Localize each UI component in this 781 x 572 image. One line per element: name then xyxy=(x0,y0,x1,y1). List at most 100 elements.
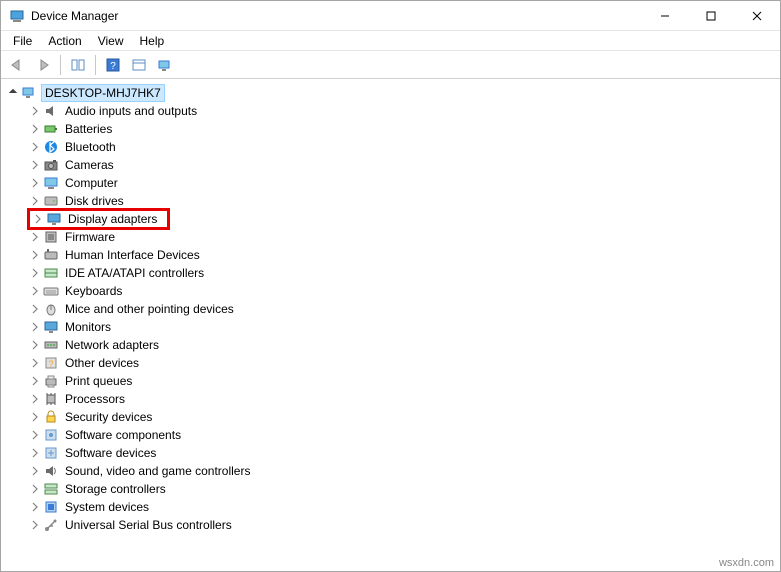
swdev-icon xyxy=(43,445,59,461)
expand-arrow-icon[interactable] xyxy=(29,321,41,333)
expand-arrow-icon[interactable] xyxy=(29,465,41,477)
menu-action[interactable]: Action xyxy=(40,33,89,49)
expand-arrow-icon[interactable] xyxy=(29,429,41,441)
bluetooth-icon xyxy=(43,139,59,155)
tree-item-system[interactable]: System devices xyxy=(5,498,778,516)
help-button[interactable]: ? xyxy=(101,54,125,76)
tree-item-camera[interactable]: Cameras xyxy=(5,156,778,174)
tree-item-usb[interactable]: Universal Serial Bus controllers xyxy=(5,516,778,534)
display-icon xyxy=(46,211,62,227)
expand-arrow-icon[interactable] xyxy=(29,339,41,351)
mouse-icon xyxy=(43,301,59,317)
menu-view[interactable]: View xyxy=(90,33,132,49)
tree-root[interactable]: DESKTOP-MHJ7HK7 xyxy=(5,84,778,102)
device-tree[interactable]: DESKTOP-MHJ7HK7Audio inputs and outputsB… xyxy=(1,79,780,557)
tree-item-swdev[interactable]: Software devices xyxy=(5,444,778,462)
expand-arrow-icon[interactable] xyxy=(29,177,41,189)
tree-item-mouse[interactable]: Mice and other pointing devices xyxy=(5,300,778,318)
expand-arrow-icon[interactable] xyxy=(29,447,41,459)
usb-icon xyxy=(43,517,59,533)
tree-item-firmware[interactable]: Firmware xyxy=(5,228,778,246)
tree-item-keyboard[interactable]: Keyboards xyxy=(5,282,778,300)
tree-item-ide[interactable]: IDE ATA/ATAPI controllers xyxy=(5,264,778,282)
toolbar-separator xyxy=(95,55,96,75)
ide-icon xyxy=(43,265,59,281)
expand-arrow-icon[interactable] xyxy=(29,501,41,513)
tree-item-label: Security devices xyxy=(63,409,154,425)
expand-arrow-icon[interactable] xyxy=(29,303,41,315)
tree-item-battery[interactable]: Batteries xyxy=(5,120,778,138)
menu-bar: File Action View Help xyxy=(1,31,780,51)
tree-item-speaker[interactable]: Audio inputs and outputs xyxy=(5,102,778,120)
expand-arrow-icon[interactable] xyxy=(29,123,41,135)
tree-item-security[interactable]: Security devices xyxy=(5,408,778,426)
expand-arrow-icon[interactable] xyxy=(29,483,41,495)
tree-item-computer[interactable]: Computer xyxy=(5,174,778,192)
svg-text:?: ? xyxy=(48,359,53,369)
expand-arrow-icon[interactable] xyxy=(29,375,41,387)
tree-item-bluetooth[interactable]: Bluetooth xyxy=(5,138,778,156)
tree-item-label: Firmware xyxy=(63,229,117,245)
security-icon xyxy=(43,409,59,425)
minimize-button[interactable] xyxy=(642,1,688,30)
tree-item-sound[interactable]: Sound, video and game controllers xyxy=(5,462,778,480)
tree-item-other[interactable]: ? Other devices xyxy=(5,354,778,372)
maximize-button[interactable] xyxy=(688,1,734,30)
tree-item-monitor[interactable]: Monitors xyxy=(5,318,778,336)
expand-arrow-icon[interactable] xyxy=(29,195,41,207)
sound-icon xyxy=(43,463,59,479)
tree-item-label: Bluetooth xyxy=(63,139,118,155)
expand-arrow-icon[interactable] xyxy=(29,231,41,243)
disk-icon xyxy=(43,193,59,209)
tree-item-swcomp[interactable]: Software components xyxy=(5,426,778,444)
tree-item-label: Human Interface Devices xyxy=(63,247,202,263)
tree-item-display[interactable]: Display adapters xyxy=(5,210,778,228)
watermark: wsxdn.com xyxy=(1,557,780,571)
tree-item-label: Sound, video and game controllers xyxy=(63,463,252,479)
tree-item-label: Other devices xyxy=(63,355,141,371)
tree-item-label: Audio inputs and outputs xyxy=(63,103,199,119)
forward-button[interactable] xyxy=(31,54,55,76)
toolbar-separator xyxy=(60,55,61,75)
expand-arrow-icon[interactable] xyxy=(7,87,19,99)
expand-arrow-icon[interactable] xyxy=(29,249,41,261)
properties-button[interactable] xyxy=(66,54,90,76)
expand-arrow-icon[interactable] xyxy=(29,411,41,423)
expand-arrow-icon[interactable] xyxy=(29,159,41,171)
close-button[interactable] xyxy=(734,1,780,30)
tree-item-printer[interactable]: Print queues xyxy=(5,372,778,390)
cpu-icon xyxy=(43,391,59,407)
expand-arrow-icon[interactable] xyxy=(29,519,41,531)
tree-item-label: Universal Serial Bus controllers xyxy=(63,517,234,533)
computer-icon xyxy=(43,175,59,191)
tree-item-cpu[interactable]: Processors xyxy=(5,390,778,408)
app-icon xyxy=(9,8,25,24)
tree-item-network[interactable]: Network adapters xyxy=(5,336,778,354)
show-hidden-button[interactable] xyxy=(153,54,177,76)
tree-item-label: Disk drives xyxy=(63,193,126,209)
expand-arrow-icon[interactable] xyxy=(29,105,41,117)
firmware-icon xyxy=(43,229,59,245)
tree-item-label: Network adapters xyxy=(63,337,161,353)
back-button[interactable] xyxy=(5,54,29,76)
menu-file[interactable]: File xyxy=(5,33,40,49)
tree-item-label: Software components xyxy=(63,427,183,443)
tree-item-label: Print queues xyxy=(63,373,134,389)
battery-icon xyxy=(43,121,59,137)
expand-arrow-icon[interactable] xyxy=(29,393,41,405)
tree-item-hid[interactable]: Human Interface Devices xyxy=(5,246,778,264)
tree-item-storage[interactable]: Storage controllers xyxy=(5,480,778,498)
system-icon xyxy=(43,499,59,515)
expand-arrow-icon[interactable] xyxy=(29,357,41,369)
swcomp-icon xyxy=(43,427,59,443)
tree-item-label: Display adapters xyxy=(66,211,159,227)
device-manager-window: Device Manager File Action View Help ? xyxy=(0,0,781,572)
expand-arrow-icon[interactable] xyxy=(29,141,41,153)
expand-arrow-icon[interactable] xyxy=(29,267,41,279)
expand-arrow-icon[interactable] xyxy=(32,213,44,225)
expand-arrow-icon[interactable] xyxy=(29,285,41,297)
menu-help[interactable]: Help xyxy=(132,33,173,49)
scan-button[interactable] xyxy=(127,54,151,76)
hid-icon xyxy=(43,247,59,263)
speaker-icon xyxy=(43,103,59,119)
